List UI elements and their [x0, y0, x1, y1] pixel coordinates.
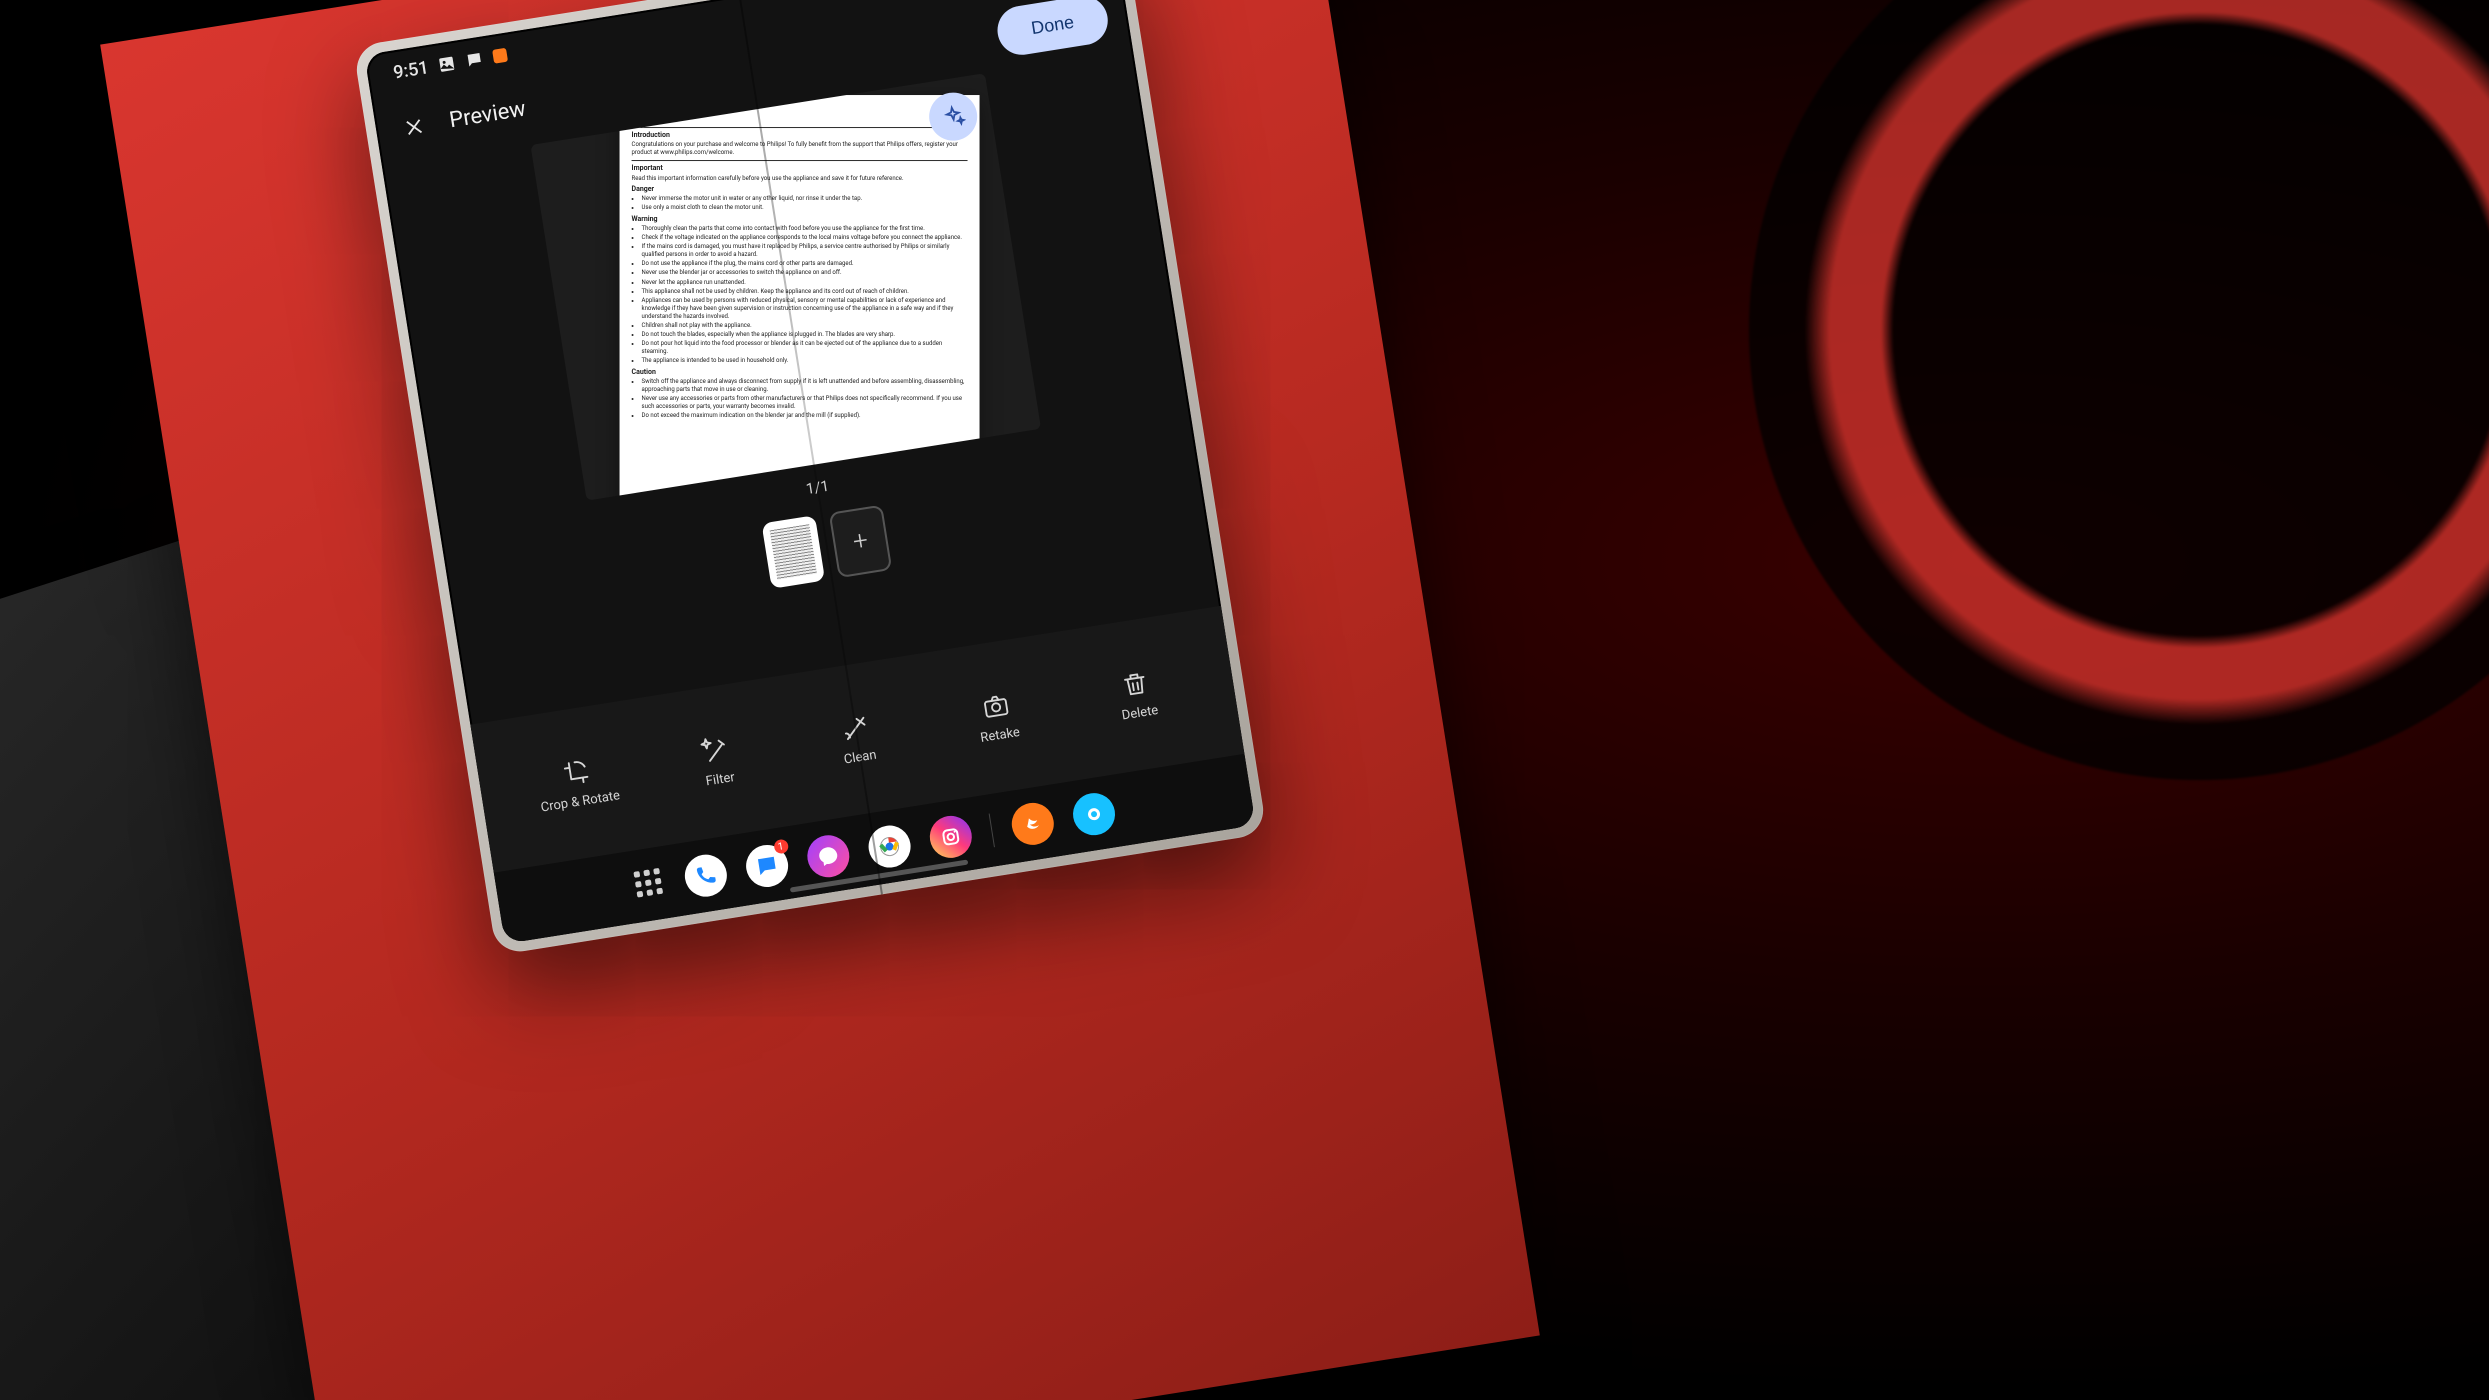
tool-clean[interactable]: Clean: [799, 705, 916, 773]
list-item: Do not pour hot liquid into the food pro…: [642, 340, 968, 356]
chrome-icon: [875, 833, 902, 860]
thumbnail-strip: +: [761, 505, 892, 589]
chat-icon: [465, 49, 486, 70]
ambient-ring: [1749, 0, 2489, 780]
doc-h-danger: Danger: [632, 185, 968, 194]
list-item: Check if the voltage indicated on the ap…: [642, 234, 968, 242]
tool-label: Crop & Rotate: [540, 788, 621, 815]
tool-label: Filter: [705, 770, 736, 789]
doc-h-important: Important: [632, 164, 968, 173]
list-item: Do not exceed the maximum indication on …: [642, 412, 968, 420]
lens-icon: [1080, 801, 1107, 828]
list-item: If the mains cord is damaged, you must h…: [642, 243, 968, 259]
taskbar-chrome[interactable]: [865, 823, 913, 871]
device-screen: 9:51: [364, 0, 1255, 944]
list-item: Use only a moist cloth to clean the moto…: [642, 205, 968, 213]
tablet-frame: 9:51: [353, 0, 1267, 955]
messages-icon: [753, 852, 780, 879]
scanned-document: English Introduction Congratulations on …: [620, 95, 980, 501]
doc-caution-list: Switch off the appliance and always disc…: [632, 378, 968, 420]
crop-rotate-icon: [560, 756, 592, 788]
app-badge-icon: [492, 48, 508, 64]
delete-icon: [1119, 668, 1151, 700]
tool-filter[interactable]: Filter: [659, 728, 776, 796]
thumbnail-preview: [770, 524, 817, 579]
taskbar-divider: [988, 814, 994, 848]
list-item: This appliance shall not be used by chil…: [642, 288, 968, 296]
doc-important-text: Read this important information carefull…: [632, 175, 968, 183]
status-clock: 9:51: [392, 57, 430, 83]
list-item: Switch off the appliance and always disc…: [642, 378, 968, 394]
close-button[interactable]: [394, 106, 435, 147]
clean-icon: [840, 712, 872, 744]
list-item: Do not touch the blades, especially when…: [642, 331, 968, 339]
filter-icon: [700, 734, 732, 766]
taskbar-phone[interactable]: [681, 852, 729, 900]
list-item: Never immerse the motor unit in water or…: [642, 195, 968, 203]
taskbar-messenger[interactable]: [804, 832, 852, 880]
tool-label: Delete: [1121, 702, 1160, 723]
doc-h-caution: Caution: [632, 368, 968, 377]
page-thumbnail[interactable]: [761, 515, 825, 589]
taskbar-app-2[interactable]: [1070, 790, 1118, 838]
list-item: Never use the blender jar or accessories…: [642, 270, 968, 278]
sparkle-icon: [939, 103, 966, 130]
taskbar-app-1[interactable]: [1008, 800, 1056, 848]
doc-warning-list: Thoroughly clean the parts that come int…: [632, 225, 968, 366]
tool-label: Clean: [843, 747, 878, 767]
tool-delete[interactable]: Delete: [1079, 661, 1196, 729]
list-item: Thoroughly clean the parts that come int…: [642, 225, 968, 233]
retake-icon: [979, 690, 1011, 722]
add-page-button[interactable]: +: [829, 505, 893, 579]
list-item: Never use any accessories or parts from …: [642, 395, 968, 411]
preview-canvas[interactable]: English Introduction Congratulations on …: [530, 73, 1041, 501]
tool-label: Retake: [979, 724, 1020, 745]
scan-app: Preview Done English Introduction Congra…: [371, 0, 1244, 873]
doc-h-warning: Warning: [632, 215, 968, 224]
page-counter: 1/1: [805, 477, 831, 498]
doc-h-intro: Introduction: [632, 131, 968, 140]
scene-root: 9:51: [0, 0, 2489, 1400]
status-left: 9:51: [392, 44, 509, 83]
close-icon: [402, 114, 427, 139]
list-item: Never let the appliance run unattended.: [642, 279, 968, 287]
tool-crop-rotate[interactable]: Crop & Rotate: [519, 750, 636, 818]
taskbar-messages[interactable]: 1: [743, 842, 791, 890]
page-title: Preview: [448, 97, 528, 134]
list-item: Children shall not play with the applian…: [642, 322, 968, 330]
phone-icon: [692, 862, 719, 889]
swish-icon: [1019, 810, 1046, 837]
tool-retake[interactable]: Retake: [939, 683, 1056, 751]
instagram-icon: [937, 823, 964, 850]
doc-danger-list: Never immerse the motor unit in water or…: [632, 195, 968, 212]
list-item: Appliances can be used by persons with r…: [642, 297, 968, 321]
list-item: Do not use the appliance if the plug, th…: [642, 260, 968, 268]
image-icon: [437, 54, 458, 75]
apps-grid-button[interactable]: [633, 867, 667, 901]
taskbar-instagram[interactable]: [926, 813, 974, 861]
messenger-icon: [814, 843, 841, 870]
list-item: The appliance is intended to be used in …: [642, 357, 968, 365]
doc-intro-text: Congratulations on your purchase and wel…: [632, 141, 968, 157]
